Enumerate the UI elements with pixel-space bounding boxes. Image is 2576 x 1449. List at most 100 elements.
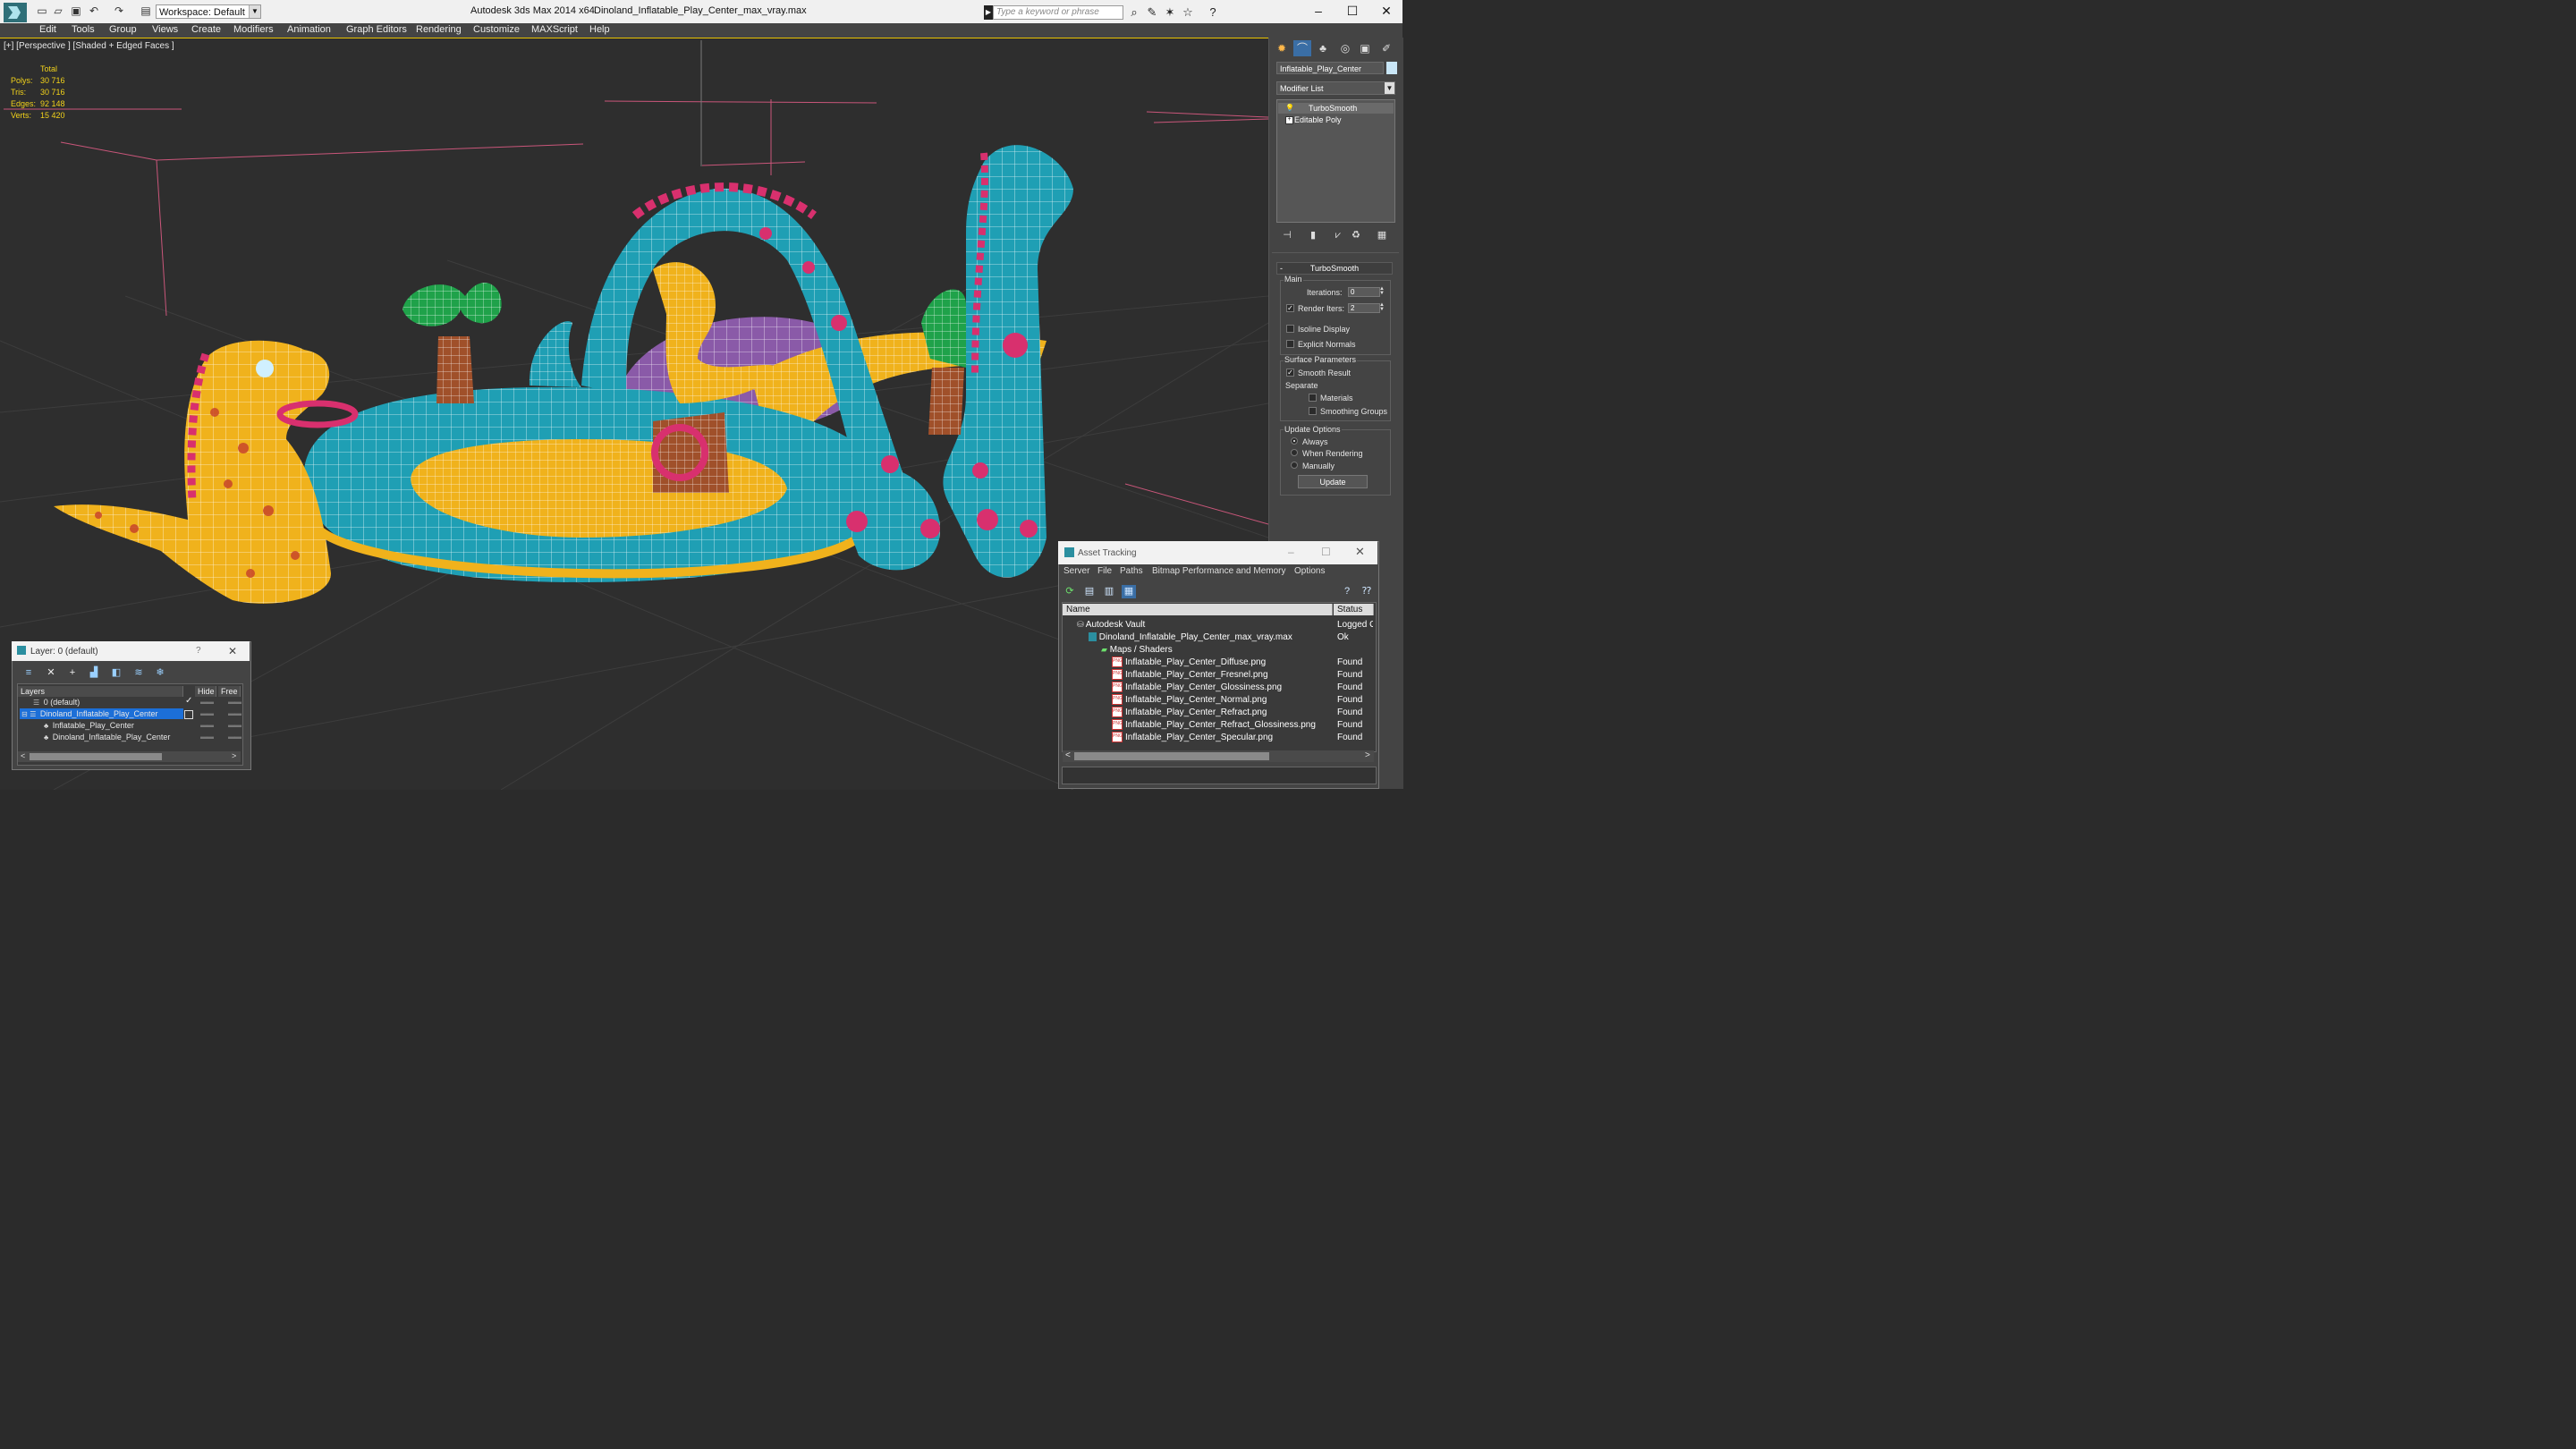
add-to-layer-icon[interactable]: +	[65, 666, 80, 679]
new-file-icon[interactable]: ▭	[36, 4, 48, 17]
modifier-list-dropdown[interactable]: Modifier List ▼	[1276, 81, 1395, 95]
stack-item-turbosmooth[interactable]: 💡 TurboSmooth	[1278, 103, 1394, 114]
scroll-left-icon[interactable]: <	[1065, 750, 1071, 760]
menu-edit[interactable]: Edit	[39, 24, 56, 35]
viewport-label[interactable]: [+] [Perspective ] [Shaded + Edged Faces…	[4, 41, 174, 51]
isoline-display-checkbox[interactable]	[1286, 325, 1294, 333]
asset-path-field[interactable]	[1062, 767, 1377, 784]
minimize-button[interactable]: –	[1301, 0, 1335, 21]
motion-tab-icon[interactable]: ◎	[1336, 40, 1354, 56]
menu-views[interactable]: Views	[152, 24, 178, 35]
asset-row-max-file[interactable]: Dinoland_Inflatable_Play_Center_max_vray…	[1089, 631, 1292, 643]
when-rendering-radio[interactable]	[1291, 449, 1298, 456]
configure-sets-icon[interactable]: ▦	[1375, 229, 1389, 242]
asset-close-icon[interactable]: ✕	[1355, 545, 1365, 559]
project-folder-icon[interactable]: ▤	[140, 4, 152, 17]
lightbulb-icon[interactable]: 💡	[1285, 103, 1294, 114]
layer-row-selected[interactable]: ⊟ ☰ Dinoland_Inflatable_Play_Center	[21, 708, 158, 720]
scroll-right-icon[interactable]: >	[232, 751, 236, 760]
subscription-icon[interactable]: ✎	[1145, 5, 1159, 20]
menu-rendering[interactable]: Rendering	[416, 24, 462, 35]
render-iters-spinner[interactable]: 2	[1348, 303, 1380, 313]
show-end-result-icon[interactable]: ▮	[1306, 229, 1320, 242]
layer-object-row[interactable]: ♣ Inflatable_Play_Center	[44, 720, 134, 732]
spinner-arrows-icon[interactable]: ▲ ▼	[1378, 302, 1385, 313]
column-layers[interactable]: Layers	[18, 686, 183, 697]
favorites-star-icon[interactable]: ☆	[1181, 5, 1195, 20]
help-icon[interactable]: ?	[1206, 5, 1220, 20]
asset-row-texture[interactable]: PNG Inflatable_Play_Center_Normal.png	[1112, 694, 1267, 706]
freeze-toggle[interactable]: ▬▬	[228, 709, 242, 717]
asset-menu-server[interactable]: Server	[1063, 566, 1089, 576]
hide-toggle[interactable]: ▬▬	[200, 721, 214, 729]
asset-row-texture[interactable]: PNG Inflatable_Play_Center_Glossiness.png	[1112, 682, 1282, 693]
layer-row[interactable]: ☰ 0 (default)	[33, 697, 80, 708]
menu-customize[interactable]: Customize	[473, 24, 520, 35]
tree-view-icon[interactable]: ▥	[1102, 585, 1116, 598]
menu-maxscript[interactable]: MAXScript	[531, 24, 578, 35]
help-button[interactable]: ?	[196, 646, 201, 656]
asset-menu-paths[interactable]: Paths	[1120, 566, 1143, 576]
always-radio[interactable]	[1291, 437, 1298, 445]
save-icon[interactable]: ▣	[70, 4, 82, 17]
update-button[interactable]: Update	[1298, 475, 1368, 488]
layer-object-row[interactable]: ♣ Dinoland_Inflatable_Play_Center	[44, 732, 170, 743]
communication-icon[interactable]: ✶	[1163, 5, 1177, 20]
render-iters-checkbox[interactable]: ✓	[1286, 304, 1294, 312]
undo-icon[interactable]: ↶	[88, 4, 100, 17]
spinner-arrows-icon[interactable]: ▲ ▼	[1378, 286, 1385, 297]
hide-toggle[interactable]: ▬▬	[200, 698, 214, 706]
manually-radio[interactable]	[1291, 462, 1298, 469]
materials-checkbox[interactable]	[1309, 394, 1317, 402]
maximize-icon[interactable]: ☐	[1321, 546, 1331, 558]
search-expand-icon[interactable]: ▶	[984, 5, 993, 20]
freeze-toggle[interactable]: ▬▬	[228, 698, 242, 706]
object-name-field[interactable]: Inflatable_Play_Center	[1276, 62, 1384, 74]
asset-menu-options[interactable]: Options	[1294, 566, 1325, 576]
menu-tools[interactable]: Tools	[72, 24, 95, 35]
minimize-icon[interactable]: –	[1288, 546, 1294, 558]
delete-layer-icon[interactable]: ✕	[44, 666, 58, 679]
freeze-toggle[interactable]: ▬▬	[228, 733, 242, 741]
asset-row-texture[interactable]: PNG Inflatable_Play_Center_Refract.png	[1112, 707, 1267, 718]
utilities-tab-icon[interactable]: ✐	[1377, 40, 1395, 56]
help-icon[interactable]: ?	[1340, 585, 1354, 598]
asset-menu-bitmap-performance[interactable]: Bitmap Performance and Memory	[1152, 566, 1286, 576]
binoculars-icon[interactable]: ⌕	[1127, 5, 1141, 20]
asset-row-maps-shaders[interactable]: ▰ Maps / Shaders	[1101, 644, 1173, 656]
refresh-icon[interactable]: ⟳	[1063, 585, 1077, 598]
column-status[interactable]: Status	[1334, 604, 1374, 615]
menu-group[interactable]: Group	[109, 24, 137, 35]
collapse-minus-icon[interactable]: ⊟	[21, 710, 28, 718]
hide-toggle[interactable]: ▬▬	[200, 709, 214, 717]
freeze-toggle[interactable]: ▬▬	[228, 721, 242, 729]
iterations-spinner[interactable]: 0	[1348, 287, 1380, 297]
menu-modifiers[interactable]: Modifiers	[233, 24, 274, 35]
hierarchy-tab-icon[interactable]: ♣	[1314, 40, 1332, 56]
close-button[interactable]: ✕	[1369, 0, 1403, 21]
create-layer-icon[interactable]: ≡	[21, 666, 36, 679]
scroll-left-icon[interactable]: <	[21, 751, 25, 760]
scrollbar-thumb[interactable]	[30, 753, 162, 760]
open-file-icon[interactable]: ▱	[52, 4, 64, 17]
context-help-icon[interactable]: ⁇	[1360, 585, 1374, 598]
app-logo-icon[interactable]	[4, 3, 27, 22]
maximize-button[interactable]: ☐	[1335, 0, 1369, 21]
column-hide[interactable]: Hide	[195, 686, 216, 697]
turbosmooth-rollout-header[interactable]: - TurboSmooth	[1276, 262, 1393, 275]
add-to-layer-icon[interactable]	[184, 710, 193, 719]
asset-row-texture[interactable]: PNG Inflatable_Play_Center_Fresnel.png	[1112, 669, 1268, 681]
workspace-select[interactable]: Workspace: Default ▼	[156, 4, 261, 19]
column-free[interactable]: Free	[218, 686, 241, 697]
smooth-result-checkbox[interactable]: ✓	[1286, 369, 1294, 377]
display-tab-icon[interactable]: ▣	[1356, 40, 1374, 56]
expand-plus-icon[interactable]: +	[1285, 116, 1293, 124]
asset-row-texture[interactable]: PNG Inflatable_Play_Center_Specular.png	[1112, 732, 1273, 743]
pin-stack-icon[interactable]: ⊣	[1280, 229, 1294, 242]
make-unique-icon[interactable]: ⩗	[1331, 229, 1345, 242]
hide-all-icon[interactable]: ≋	[131, 666, 146, 679]
menu-help[interactable]: Help	[589, 24, 610, 35]
menu-animation[interactable]: Animation	[287, 24, 331, 35]
asset-row-vault[interactable]: ⛁ Autodesk Vault	[1077, 619, 1145, 631]
asset-row-texture[interactable]: PNG Inflatable_Play_Center_Refract_Glossi…	[1112, 719, 1316, 731]
